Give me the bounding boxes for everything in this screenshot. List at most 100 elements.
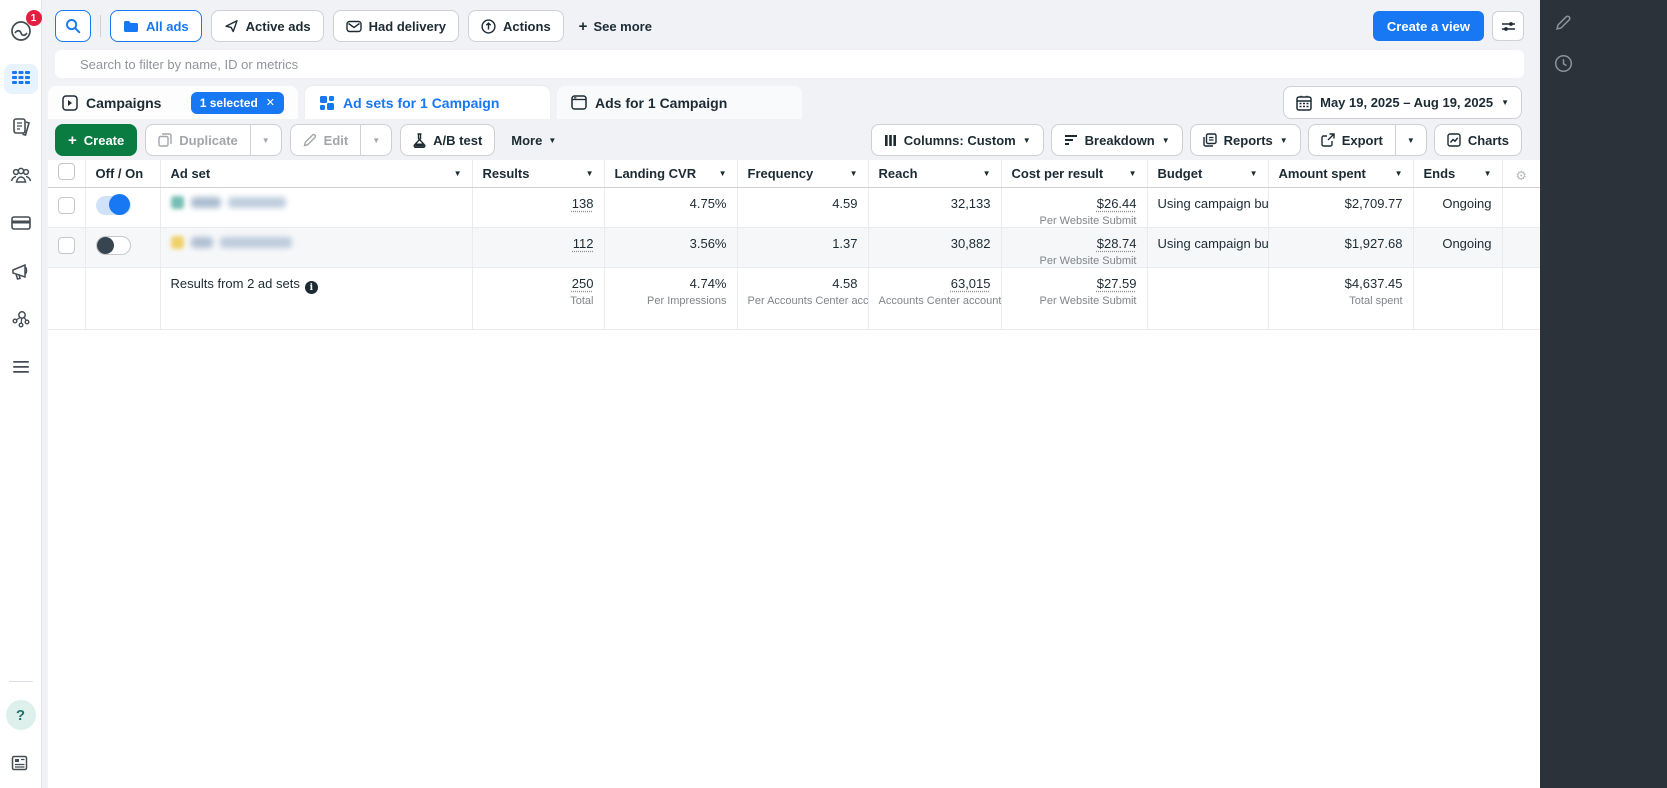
create-button[interactable]: + Create [55, 124, 137, 156]
help-button[interactable]: ? [6, 700, 36, 730]
export-button[interactable]: Export [1309, 125, 1395, 155]
col-results[interactable]: Results▼ [472, 160, 604, 187]
sort-caret-icon[interactable]: ▼ [850, 169, 858, 178]
ad-set-name-cell[interactable] [160, 187, 472, 227]
sort-caret-icon[interactable]: ▼ [1484, 169, 1492, 178]
col-ends[interactable]: Ends▼ [1413, 160, 1502, 187]
edit-button[interactable]: Edit [291, 125, 361, 155]
blurred-name [220, 237, 292, 248]
results-cell[interactable]: 112 [472, 227, 604, 267]
summary-reach-cell[interactable]: 63,015Accounts Center accounts [868, 267, 1001, 329]
cost-per-result-cell[interactable]: $28.74Per Website Submit [1001, 227, 1147, 267]
meta-logo-icon[interactable]: 1 [4, 16, 38, 46]
create-a-view-button[interactable]: Create a view [1373, 11, 1484, 41]
results-cell[interactable]: 138 [472, 187, 604, 227]
sidebar-item-advertise[interactable] [4, 256, 38, 286]
sidebar-item-campaigns[interactable] [4, 64, 38, 94]
ad-set-name-cell[interactable] [160, 227, 472, 267]
summary-cost-cell[interactable]: $27.59Per Website Submit [1001, 267, 1147, 329]
sort-caret-icon[interactable]: ▼ [719, 169, 727, 178]
summary-frequency-cell: 4.58Per Accounts Center accou... [737, 267, 868, 329]
charts-button[interactable]: Charts [1434, 124, 1522, 156]
tab-ads[interactable]: Ads for 1 Campaign [557, 86, 802, 119]
summary-results-cell[interactable]: 250Total [472, 267, 604, 329]
billing-card-icon [11, 215, 31, 231]
info-icon[interactable]: i [305, 281, 318, 294]
sort-caret-icon[interactable]: ▼ [1395, 169, 1403, 178]
reports-button[interactable]: Reports ▼ [1190, 124, 1301, 156]
sidebar-item-business-assets[interactable] [4, 304, 38, 334]
summary-spent-cell: $4,637.45Total spent [1268, 267, 1413, 329]
col-landing-cvr[interactable]: Landing CVR▼ [604, 160, 737, 187]
gear-icon[interactable]: ⚙ [1515, 168, 1527, 183]
col-reach[interactable]: Reach▼ [868, 160, 1001, 187]
breakdown-button[interactable]: Breakdown ▼ [1051, 124, 1183, 156]
see-more-button[interactable]: + See more [573, 18, 658, 35]
sort-caret-icon[interactable]: ▼ [1129, 169, 1137, 178]
sidebar-item-all-tools[interactable] [4, 352, 38, 382]
edit-menu-button[interactable]: ▼ [360, 125, 391, 155]
frequency-cell: 4.59 [737, 187, 868, 227]
table-row[interactable]: 112 3.56% 1.37 30,882 $28.74Per Website … [48, 227, 1540, 267]
duplicate-button[interactable]: Duplicate [146, 125, 250, 155]
sort-caret-icon[interactable]: ▼ [586, 169, 594, 178]
row-checkbox[interactable] [58, 197, 75, 214]
sort-caret-icon[interactable]: ▼ [1250, 169, 1258, 178]
filter-chip-had-delivery[interactable]: Had delivery [333, 10, 459, 42]
column-settings-cell[interactable]: ⚙ [1502, 160, 1540, 187]
tab-ad-sets[interactable]: Ad sets for 1 Campaign [305, 86, 550, 119]
filter-chip-label: All ads [146, 19, 189, 34]
history-panel-button[interactable] [1550, 50, 1576, 76]
filter-chip-active-ads[interactable]: Active ads [211, 10, 324, 42]
sidebar-item-billing[interactable] [4, 208, 38, 238]
selected-count-badge[interactable]: 1 selected ✕ [191, 92, 284, 114]
columns-button[interactable]: Columns: Custom ▼ [871, 124, 1044, 156]
main-content: All ads Active ads Had delivery Actions … [42, 0, 1540, 788]
cost-per-result-cell[interactable]: $26.44Per Website Submit [1001, 187, 1147, 227]
col-budget[interactable]: Budget▼ [1147, 160, 1268, 187]
sidebar-item-updates[interactable] [4, 748, 38, 778]
search-button[interactable] [55, 10, 91, 42]
ad-sets-table: Off / On Ad set▼ Results▼ Landing CVR▼ F… [48, 160, 1540, 330]
view-settings-button[interactable] [1492, 11, 1524, 41]
ad-set-status-dot [171, 196, 184, 209]
edit-panel-button[interactable] [1550, 10, 1576, 36]
sort-caret-icon[interactable]: ▼ [983, 169, 991, 178]
summary-empty-cell [48, 267, 85, 329]
ends-cell: Ongoing [1413, 187, 1502, 227]
search-input[interactable] [55, 50, 1524, 78]
frequency-cell: 1.37 [737, 227, 868, 267]
assets-molecule-icon [11, 309, 31, 329]
sidebar-item-audiences[interactable] [4, 160, 38, 190]
tab-label: Ads for 1 Campaign [595, 95, 727, 111]
close-icon[interactable]: ✕ [266, 96, 275, 109]
col-ad-set[interactable]: Ad set▼ [160, 160, 472, 187]
notification-badge: 1 [26, 10, 42, 26]
export-menu-button[interactable]: ▼ [1395, 125, 1426, 155]
charts-icon [1447, 133, 1461, 147]
sort-caret-icon[interactable]: ▼ [454, 169, 462, 178]
select-all-checkbox[interactable] [58, 163, 75, 180]
ab-test-button[interactable]: A/B test [400, 124, 495, 156]
filter-bar: All ads Active ads Had delivery Actions … [55, 10, 1524, 42]
reports-icon [1203, 133, 1217, 147]
row-checkbox[interactable] [58, 237, 75, 254]
tab-campaigns[interactable]: Campaigns 1 selected ✕ [48, 86, 298, 119]
date-range-label: May 19, 2025 – Aug 19, 2025 [1320, 95, 1493, 110]
table-row[interactable]: 138 4.75% 4.59 32,133 $26.44Per Website … [48, 187, 1540, 227]
blurred-name [191, 197, 221, 208]
filter-chip-all-ads[interactable]: All ads [110, 10, 202, 42]
search-filter-row [55, 50, 1524, 78]
more-button[interactable]: More ▼ [503, 133, 564, 148]
duplicate-menu-button[interactable]: ▼ [250, 125, 281, 155]
campaigns-icon [62, 95, 78, 111]
date-range-picker[interactable]: May 19, 2025 – Aug 19, 2025 ▼ [1283, 86, 1522, 119]
col-frequency[interactable]: Frequency▼ [737, 160, 868, 187]
clock-icon [1554, 54, 1573, 73]
ad-set-toggle-on[interactable] [96, 196, 131, 215]
col-amount-spent[interactable]: Amount spent▼ [1268, 160, 1413, 187]
sidebar-item-account-overview[interactable] [4, 112, 38, 142]
col-cost-per-result[interactable]: Cost per result▼ [1001, 160, 1147, 187]
filter-chip-actions[interactable]: Actions [468, 10, 564, 42]
ad-set-toggle-off[interactable] [96, 236, 131, 255]
